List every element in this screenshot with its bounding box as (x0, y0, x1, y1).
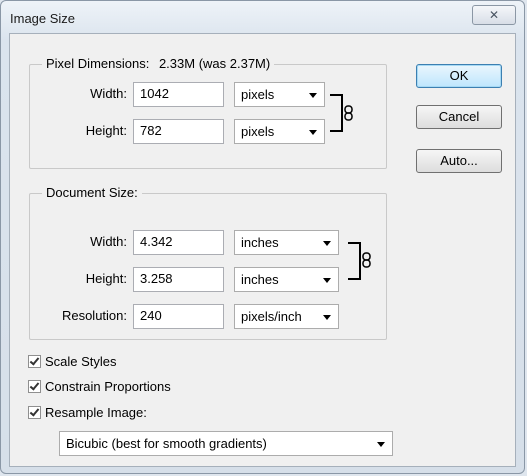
resolution-unit-select[interactable]: pixels/inch (234, 304, 339, 329)
constrain-proportions-label: Constrain Proportions (45, 379, 171, 395)
auto-button[interactable]: Auto... (416, 149, 502, 173)
ok-button[interactable]: OK (416, 64, 502, 88)
pixel-height-label: Height: (85, 123, 127, 138)
document-size-title: Document Size: (46, 185, 138, 200)
doc-height-unit-select[interactable]: inches (234, 267, 339, 292)
constrain-proportions-checkbox[interactable] (28, 380, 41, 394)
pixel-height-unit-select[interactable]: pixels (234, 119, 325, 144)
resolution-unit-value: pixels/inch (241, 309, 302, 324)
constrain-bracket (330, 94, 343, 132)
chain-link-icon (362, 252, 371, 268)
chevron-down-icon (309, 93, 317, 98)
chevron-down-icon (323, 241, 331, 246)
resample-method-value: Bicubic (best for smooth gradients) (66, 436, 267, 451)
dialog-content: Pixel Dimensions: 2.33M (was 2.37M) Widt… (9, 33, 516, 467)
pixel-dimensions-header: Pixel Dimensions: 2.33M (was 2.37M) (42, 56, 275, 71)
doc-width-label: Width: (90, 234, 127, 249)
pixel-width-unit-select[interactable]: pixels (234, 82, 325, 107)
pixel-width-unit-value: pixels (241, 87, 275, 102)
pixel-width-label: Width: (90, 86, 127, 101)
doc-width-input[interactable]: 4.342 (133, 230, 224, 255)
doc-height-input[interactable]: 3.258 (133, 267, 224, 292)
constrain-proportions-option[interactable]: Constrain Proportions (28, 378, 171, 396)
close-icon: ✕ (488, 8, 500, 22)
constrain-bracket (348, 242, 361, 280)
resolution-label: Resolution: (61, 308, 127, 323)
chevron-down-icon (323, 315, 331, 320)
doc-height-label: Height: (85, 271, 127, 286)
pixel-height-unit-value: pixels (241, 124, 275, 139)
title-bar[interactable]: Image Size ✕ (1, 1, 524, 33)
scale-styles-label: Scale Styles (45, 354, 117, 370)
chevron-down-icon (377, 442, 385, 447)
scale-styles-option[interactable]: Scale Styles (28, 353, 117, 371)
chevron-down-icon (323, 278, 331, 283)
pixel-height-input[interactable]: 782 (133, 119, 224, 144)
chain-link-icon (344, 105, 353, 121)
resample-image-option[interactable]: Resample Image: (28, 404, 147, 422)
pixel-dimensions-title: Pixel Dimensions: (46, 56, 150, 71)
close-button[interactable]: ✕ (472, 5, 516, 25)
doc-height-unit-value: inches (241, 272, 279, 287)
doc-width-unit-value: inches (241, 235, 279, 250)
resample-image-checkbox[interactable] (28, 406, 41, 420)
resolution-input[interactable]: 240 (133, 304, 224, 329)
document-size-group: Document Size: Width: 4.342 inches Heigh… (29, 185, 387, 340)
image-size-dialog: Image Size ✕ Pixel Dimensions: 2.33M (wa… (0, 0, 525, 474)
pixel-width-input[interactable]: 1042 (133, 82, 224, 107)
document-size-header: Document Size: (42, 185, 142, 200)
doc-width-unit-select[interactable]: inches (234, 230, 339, 255)
resample-image-label: Resample Image: (45, 405, 147, 421)
scale-styles-checkbox[interactable] (28, 355, 41, 369)
resample-method-select[interactable]: Bicubic (best for smooth gradients) (59, 431, 393, 456)
cancel-button[interactable]: Cancel (416, 105, 502, 129)
pixel-dimensions-group: Pixel Dimensions: 2.33M (was 2.37M) Widt… (29, 56, 387, 169)
dialog-title: Image Size (10, 11, 76, 26)
chevron-down-icon (309, 130, 317, 135)
pixel-dimensions-summary: 2.33M (was 2.37M) (158, 56, 271, 71)
